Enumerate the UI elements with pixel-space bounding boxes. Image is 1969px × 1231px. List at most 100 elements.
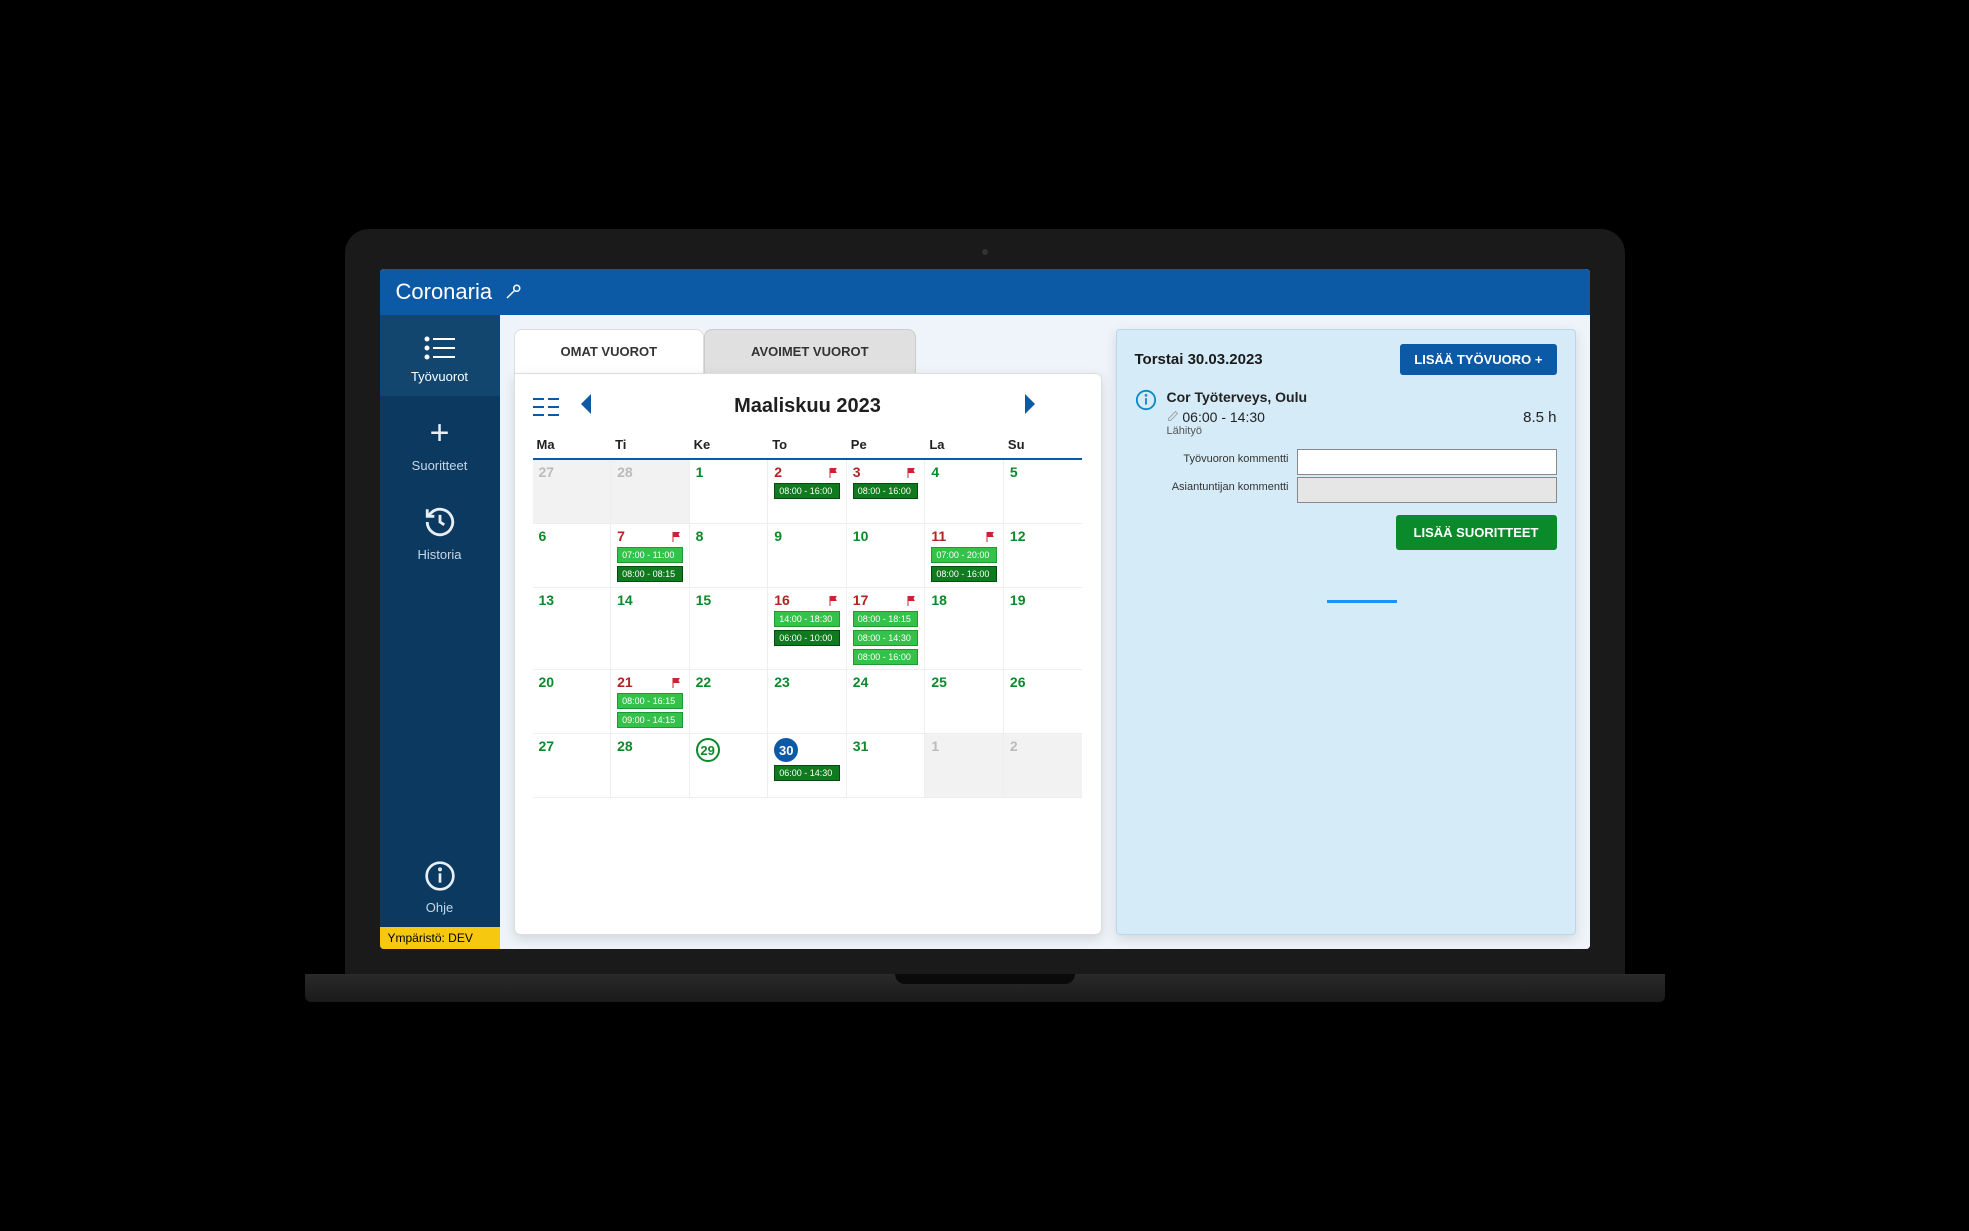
calendar-day[interactable]: 2 [1004,734,1083,798]
calendar-day[interactable]: 4 [925,460,1004,524]
calendar-day[interactable]: 18 [925,588,1004,670]
calendar-day[interactable]: 10 [847,524,926,588]
flag-icon [671,676,683,692]
calendar-day[interactable]: 1614:00 - 18:3006:00 - 10:00 [768,588,847,670]
flag-icon [906,466,918,482]
shift-chip[interactable]: 06:00 - 10:00 [774,630,840,646]
tab-open-shifts[interactable]: AVOIMET VUOROT [704,329,915,373]
sidebar-item-label: Työvuorot [380,369,500,384]
shift-chip[interactable]: 08:00 - 14:30 [853,630,919,646]
sidebar-item-label: Ohje [380,900,500,915]
dow-header: To [768,431,847,460]
shift-chip[interactable]: 08:00 - 08:15 [617,566,683,582]
info-icon [380,860,500,892]
calendar-day[interactable]: 26 [1004,670,1083,734]
comment2-label: Asiantuntijan kommentti [1167,477,1297,493]
flag-icon [671,530,683,546]
sidebar-item-label: Suoritteet [380,458,500,473]
history-icon [380,505,500,539]
calendar-day[interactable]: 31 [847,734,926,798]
shift-chip[interactable]: 06:00 - 14:30 [774,765,840,781]
shift-chip[interactable]: 07:00 - 11:00 [617,547,683,563]
next-month-button[interactable] [1021,392,1039,421]
shift-time: 06:00 - 14:30 [1182,409,1265,425]
topbar: Coronaria [380,269,1590,315]
active-indicator [1327,600,1397,603]
shift-chip[interactable]: 09:00 - 14:15 [617,712,683,728]
dow-header: La [925,431,1004,460]
calendar-day[interactable]: 308:00 - 16:00 [847,460,926,524]
shift-hours: 8.5 h [1523,409,1556,437]
tabs: OMAT VUOROT AVOIMET VUOROT [514,329,1102,373]
shift-comment-input[interactable] [1297,449,1557,475]
add-shift-button[interactable]: LISÄÄ TYÖVUORO + [1400,344,1556,375]
dow-header: Su [1004,431,1083,460]
calendar-day[interactable]: 25 [925,670,1004,734]
sidebar: Työvuorot + Suoritteet Historia [380,315,500,949]
dow-header: Ma [533,431,612,460]
sidebar-item-shifts[interactable]: Työvuorot [380,315,500,396]
shift-chip[interactable]: 08:00 - 16:00 [853,483,919,499]
flag-icon [906,594,918,610]
shift-chip[interactable]: 08:00 - 16:15 [617,693,683,709]
shift-chip[interactable]: 08:00 - 16:00 [853,649,919,665]
calendar-day[interactable]: 1708:00 - 18:1508:00 - 14:3008:00 - 16:0… [847,588,926,670]
calendar-day[interactable]: 6 [533,524,612,588]
calendar-day[interactable]: 27 [533,734,612,798]
calendar-day[interactable]: 1 [690,460,769,524]
calendar-day[interactable]: 23 [768,670,847,734]
calendar-day[interactable]: 19 [1004,588,1083,670]
detail-date: Torstai 30.03.2023 [1135,351,1263,368]
calendar-day[interactable]: 15 [690,588,769,670]
calendar-day[interactable]: 1 [925,734,1004,798]
shift-location: Cor Työterveys, Oulu [1167,389,1557,405]
calendar-day[interactable]: 2108:00 - 16:1509:00 - 14:15 [611,670,690,734]
calendar-day[interactable]: 3006:00 - 14:30 [768,734,847,798]
calendar-day[interactable]: 9 [768,524,847,588]
env-badge: Ympäristö: DEV [380,927,500,949]
calendar-day[interactable]: 27 [533,460,612,524]
add-tasks-button[interactable]: LISÄÄ SUORITTEET [1396,515,1557,550]
calendar-day[interactable]: 24 [847,670,926,734]
calendar-day[interactable]: 1107:00 - 20:0008:00 - 16:00 [925,524,1004,588]
shift-chip[interactable]: 08:00 - 16:00 [931,566,997,582]
expert-comment-input [1297,477,1557,503]
shift-chip[interactable]: 08:00 - 18:15 [853,611,919,627]
pencil-icon[interactable] [1167,409,1183,425]
info-icon[interactable] [1135,389,1157,414]
detail-panel: Torstai 30.03.2023 LISÄÄ TYÖVUORO + Cor … [1116,329,1576,935]
calendar-day[interactable]: 208:00 - 16:00 [768,460,847,524]
flag-icon [828,466,840,482]
dow-header: Ti [611,431,690,460]
sidebar-item-tasks[interactable]: + Suoritteet [380,396,500,485]
calendar-card: Maaliskuu 2023 MaTiKeToPeLaSu27281208:00… [514,373,1102,935]
calendar-day[interactable]: 22 [690,670,769,734]
prev-month-button[interactable] [577,392,595,421]
plus-icon: + [380,416,500,450]
tab-own-shifts[interactable]: OMAT VUOROT [514,329,705,373]
calendar-day[interactable]: 13 [533,588,612,670]
dow-header: Ke [690,431,769,460]
sidebar-item-history[interactable]: Historia [380,485,500,574]
calendar-day[interactable]: 8 [690,524,769,588]
view-toggle-icon[interactable] [533,397,559,417]
list-icon [380,335,500,361]
calendar-day[interactable]: 12 [1004,524,1083,588]
dow-header: Pe [847,431,926,460]
brand-key-icon [504,283,522,301]
shift-chip[interactable]: 08:00 - 16:00 [774,483,840,499]
shift-chip[interactable]: 14:00 - 18:30 [774,611,840,627]
calendar-day[interactable]: 28 [611,734,690,798]
sidebar-item-help[interactable]: Ohje [380,840,500,927]
shift-chip[interactable]: 07:00 - 20:00 [931,547,997,563]
calendar-day[interactable]: 20 [533,670,612,734]
brand-logo: Coronaria [396,279,493,305]
calendar-day[interactable]: 28 [611,460,690,524]
flag-icon [985,530,997,546]
calendar-day[interactable]: 29 [690,734,769,798]
calendar-day[interactable]: 707:00 - 11:0008:00 - 08:15 [611,524,690,588]
calendar-day[interactable]: 14 [611,588,690,670]
calendar-day[interactable]: 5 [1004,460,1083,524]
sidebar-item-label: Historia [380,547,500,562]
flag-icon [828,594,840,610]
